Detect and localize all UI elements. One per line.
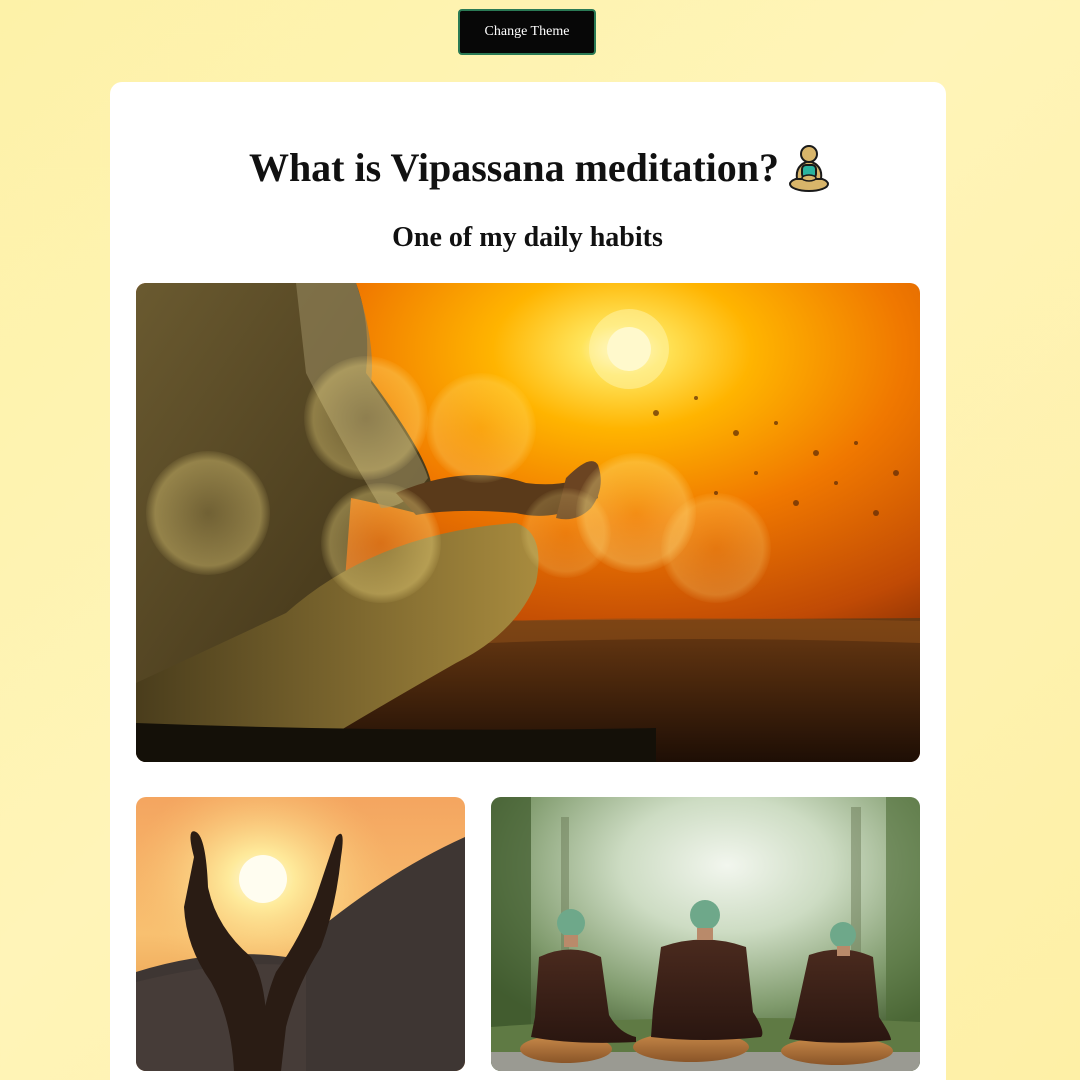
page-subtitle: One of my daily habits [392, 222, 663, 253]
monks-meditating-in-forest-photo [491, 797, 920, 1071]
person-in-lotus-position-icon [787, 143, 831, 193]
change-theme-button[interactable]: Change Theme [458, 9, 596, 55]
hands-holding-sun-photo [136, 797, 465, 1071]
person-meditating-at-sunset-photo [136, 283, 920, 762]
page-title: What is Vipassana meditation? [0, 138, 1080, 198]
title-text: What is Vipassana meditation? [248, 145, 780, 190]
